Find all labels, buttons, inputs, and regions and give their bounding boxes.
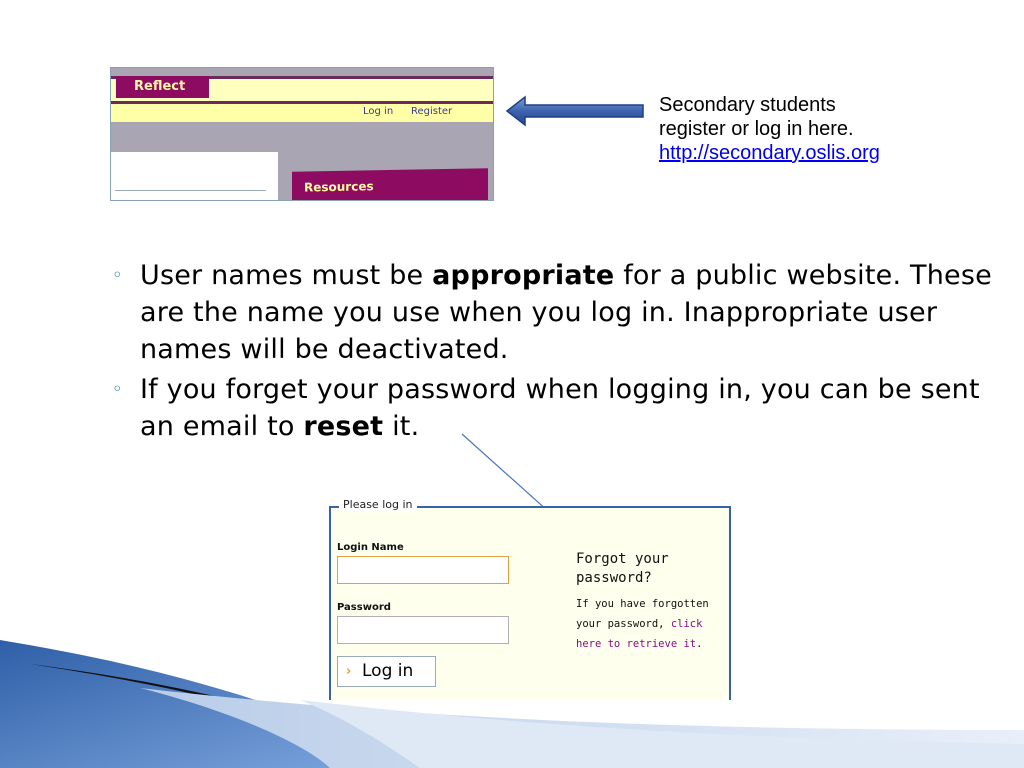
reflect-site-screenshot: Reflect Log in Register Resources <box>110 67 494 201</box>
bullet-item-usernames: ◦ User names must be appropriate for a p… <box>112 257 992 368</box>
login-form-screenshot: Please log in Login Name Password › Log … <box>329 498 731 700</box>
bullet-2-pre: If you forget your password when logging… <box>140 374 980 442</box>
login-name-label: Login Name <box>337 542 404 553</box>
note-line-1: Secondary students <box>659 94 836 116</box>
note-line-2: register or log in here. <box>659 118 854 140</box>
forgot-password-text: If you have forgotten your password, cli… <box>576 594 726 654</box>
login-register-bar: Log in Register <box>111 104 493 122</box>
left-arrow-icon <box>505 95 644 127</box>
bullet-2-post: it. <box>383 411 420 442</box>
login-name-input[interactable] <box>337 556 509 584</box>
forgot-password-heading: Forgot your password? <box>576 551 669 586</box>
password-input[interactable] <box>337 616 509 644</box>
log-in-button[interactable]: › Log in <box>337 656 436 687</box>
secondary-note: Secondary students register or log in he… <box>659 93 989 165</box>
chevron-right-icon: › <box>346 664 352 679</box>
register-link[interactable]: Register <box>411 106 452 117</box>
bullet-item-password: ◦ If you forget your password when loggi… <box>112 371 992 445</box>
login-link[interactable]: Log in <box>363 106 393 117</box>
log-in-button-label: Log in <box>362 661 414 681</box>
bullet-1-pre: User names must be <box>140 260 433 291</box>
bullet-circle-icon: ◦ <box>112 379 123 400</box>
secondary-url-link[interactable]: http://secondary.oslis.org <box>659 141 989 165</box>
reflect-tab[interactable]: Reflect <box>116 76 209 98</box>
bullet-list: ◦ User names must be appropriate for a p… <box>112 257 992 448</box>
password-label: Password <box>337 602 391 613</box>
forgot-text-post: . <box>696 638 703 650</box>
divider <box>115 190 266 191</box>
form-legend: Please log in <box>339 498 417 511</box>
resources-tab[interactable]: Resources <box>292 168 488 200</box>
bullet-circle-icon: ◦ <box>112 265 123 286</box>
bullet-1-bold: appropriate <box>432 260 615 291</box>
content-panel <box>111 152 278 200</box>
bullet-2-bold: reset <box>303 411 384 442</box>
